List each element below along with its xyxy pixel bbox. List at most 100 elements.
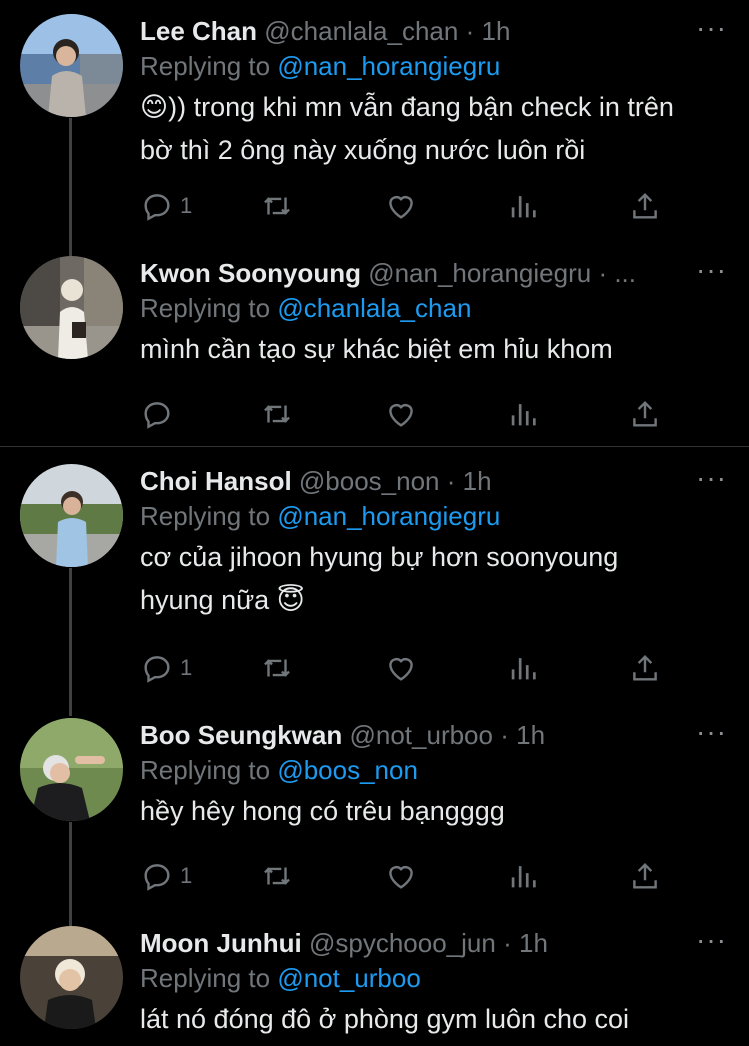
avatar[interactable] bbox=[20, 718, 123, 821]
tweet-text: mình cần tạo sự khác biệt em hỉu khom bbox=[140, 328, 727, 371]
divider bbox=[0, 446, 749, 447]
reply-button[interactable] bbox=[140, 394, 174, 434]
separator: · ... bbox=[598, 258, 637, 288]
replying-prefix: Replying to bbox=[140, 51, 278, 81]
reply-count: 1 bbox=[180, 655, 193, 680]
reply-count: 1 bbox=[180, 863, 193, 888]
retweet-icon bbox=[264, 659, 290, 677]
reply-icon bbox=[144, 402, 170, 429]
share-button[interactable] bbox=[628, 186, 662, 226]
mention-link[interactable]: @nan_horangiegru bbox=[277, 51, 500, 81]
tweet-text-line: 😊)) trong khi mn vẫn đang bận check in t… bbox=[140, 92, 674, 122]
mention-link[interactable]: @nan_horangiegru bbox=[277, 501, 500, 531]
more-icon[interactable]: ··· bbox=[696, 718, 727, 746]
retweet-button[interactable] bbox=[260, 186, 294, 226]
like-button[interactable] bbox=[384, 394, 418, 434]
heart-icon bbox=[389, 866, 413, 889]
more-icon[interactable]: ··· bbox=[696, 926, 727, 954]
retweet-button[interactable] bbox=[260, 394, 294, 434]
mention-link[interactable]: @not_urboo bbox=[277, 963, 421, 993]
author-handle[interactable]: @not_urboo bbox=[349, 720, 493, 750]
mention-link[interactable]: @boos_non bbox=[277, 755, 418, 785]
tweet-text-line: bờ thì 2 ông này xuống nước luôn rồi bbox=[140, 135, 586, 165]
retweet-icon bbox=[264, 197, 290, 215]
tweet-text-line: hyung nữa 😇 bbox=[140, 585, 305, 615]
like-button[interactable] bbox=[384, 648, 418, 688]
retweet-button[interactable] bbox=[260, 856, 294, 896]
retweet-icon bbox=[264, 867, 290, 885]
timestamp[interactable]: 1h bbox=[519, 928, 548, 958]
avatar[interactable] bbox=[20, 256, 123, 359]
thread-line bbox=[69, 568, 72, 716]
replying-prefix: Replying to bbox=[140, 963, 278, 993]
avatar[interactable] bbox=[20, 926, 123, 1029]
author-handle[interactable]: @boos_non bbox=[299, 466, 440, 496]
avatar[interactable] bbox=[20, 14, 123, 117]
heart-icon bbox=[389, 196, 413, 219]
views-icon bbox=[511, 658, 536, 680]
heart-icon bbox=[389, 404, 413, 427]
replying-prefix: Replying to bbox=[140, 501, 278, 531]
share-icon bbox=[633, 862, 657, 889]
author-name[interactable]: Boo Seungkwan bbox=[140, 720, 342, 750]
tweet-text: hềy hêy hong có trêu bạngggg bbox=[140, 790, 727, 833]
views-icon bbox=[511, 196, 536, 218]
like-button[interactable] bbox=[384, 856, 418, 896]
author-name[interactable]: Moon Junhui bbox=[140, 928, 302, 958]
more-icon[interactable]: ··· bbox=[696, 464, 727, 492]
tweet-text: 😊)) trong khi mn vẫn đang bận check in t… bbox=[140, 86, 727, 172]
share-button[interactable] bbox=[628, 648, 662, 688]
share-button[interactable] bbox=[628, 856, 662, 896]
more-icon[interactable]: ··· bbox=[696, 14, 727, 42]
tweet-text-line: lát nó đóng đô ở phòng gym luôn cho coi bbox=[140, 1004, 630, 1034]
share-icon bbox=[633, 192, 657, 219]
timestamp[interactable]: 1h bbox=[463, 466, 492, 496]
views-icon bbox=[511, 866, 536, 888]
replying-to: Replying to @chanlala_chan bbox=[140, 290, 727, 326]
replying-to: Replying to @boos_non bbox=[140, 752, 727, 788]
author-name[interactable]: Kwon Soonyoung bbox=[140, 258, 361, 288]
mention-link[interactable]: @chanlala_chan bbox=[277, 293, 471, 323]
avatar[interactable] bbox=[20, 464, 123, 567]
reply-count: 1 bbox=[180, 193, 193, 218]
share-button[interactable] bbox=[628, 394, 662, 434]
reply-button[interactable]: 1 bbox=[140, 856, 192, 896]
author-name[interactable]: Lee Chan bbox=[140, 16, 257, 46]
reply-button[interactable]: 1 bbox=[140, 186, 192, 226]
views-button[interactable] bbox=[506, 648, 540, 688]
author-handle[interactable]: @nan_horangiegru bbox=[368, 258, 591, 288]
reply-icon bbox=[144, 864, 170, 891]
share-icon bbox=[633, 654, 657, 681]
views-button[interactable] bbox=[506, 856, 540, 896]
retweet-button[interactable] bbox=[260, 648, 294, 688]
tweet-text: lát nó đóng đô ở phòng gym luôn cho coi bbox=[140, 998, 727, 1041]
tweet-text-line: mình cần tạo sự khác biệt em hỉu khom bbox=[140, 334, 613, 364]
reply-icon bbox=[144, 194, 170, 221]
tweet-text: cơ của jihoon hyung bự hơn soonyoung hyu… bbox=[140, 536, 727, 622]
share-icon bbox=[633, 400, 657, 427]
replying-to: Replying to @not_urboo bbox=[140, 960, 727, 996]
author-handle[interactable]: @spychooo_jun bbox=[309, 928, 496, 958]
reply-icon bbox=[144, 656, 170, 683]
timestamp[interactable]: 1h bbox=[516, 720, 545, 750]
separator: · bbox=[503, 928, 512, 958]
author-name[interactable]: Choi Hansol bbox=[140, 466, 292, 496]
separator: · bbox=[446, 466, 456, 496]
tweet-text-line: cơ của jihoon hyung bự hơn soonyoung bbox=[140, 542, 619, 572]
views-button[interactable] bbox=[506, 186, 540, 226]
separator: · bbox=[500, 720, 509, 750]
replying-to: Replying to @nan_horangiegru bbox=[140, 498, 727, 534]
thread-line bbox=[69, 822, 72, 926]
more-icon[interactable]: ··· bbox=[696, 256, 727, 284]
like-button[interactable] bbox=[384, 186, 418, 226]
replying-prefix: Replying to bbox=[140, 293, 278, 323]
timestamp[interactable]: 1h bbox=[482, 16, 511, 46]
heart-icon bbox=[389, 658, 413, 681]
views-icon bbox=[511, 404, 536, 426]
views-button[interactable] bbox=[506, 394, 540, 434]
author-handle[interactable]: @chanlala_chan bbox=[264, 16, 458, 46]
reply-button[interactable]: 1 bbox=[140, 648, 192, 688]
thread-line bbox=[69, 118, 72, 258]
replying-to: Replying to @nan_horangiegru bbox=[140, 48, 727, 84]
separator: · bbox=[465, 16, 475, 46]
